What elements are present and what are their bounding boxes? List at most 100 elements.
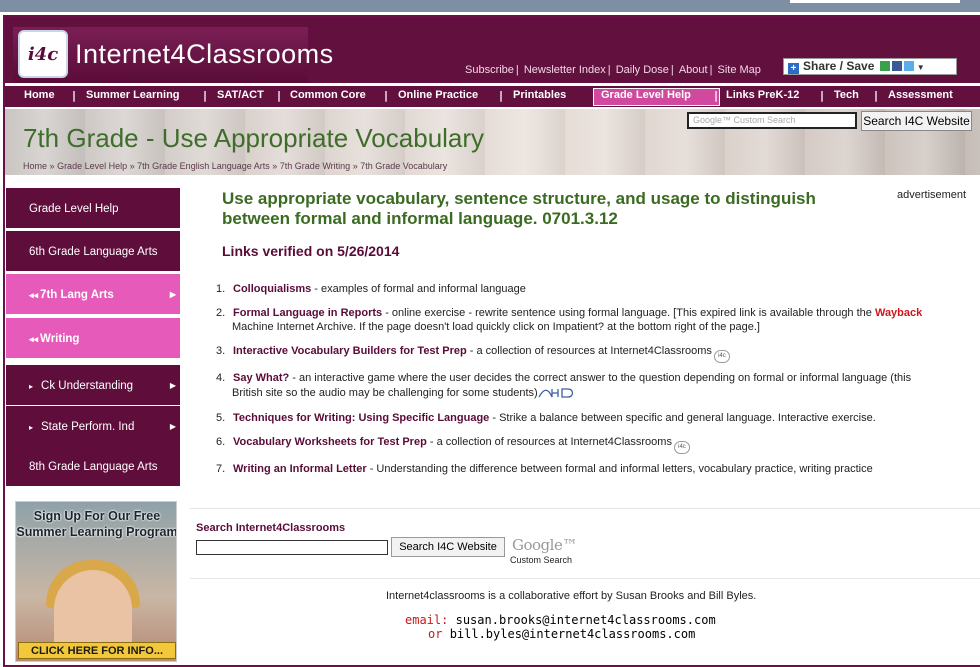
- top-strip-slot: [790, 0, 960, 3]
- list-item: 6. Vocabulary Worksheets for Test Prep - …: [216, 436, 690, 454]
- list-item: 7. Writing an Informal Letter - Understan…: [216, 463, 873, 475]
- advertisement-label: advertisement: [897, 189, 967, 201]
- top-link-subscribe[interactable]: Subscribe: [465, 64, 514, 76]
- link-writing-an-informal-letter[interactable]: Writing an Informal Letter: [233, 463, 367, 475]
- sidebar-item-8th-grade-language-arts[interactable]: 8th Grade Language Arts: [6, 446, 180, 488]
- breadcrumb-7th-grade-writing[interactable]: 7th Grade Writing: [280, 161, 350, 171]
- list-number: 3.: [216, 345, 226, 357]
- link-description: at the bottom right of the page.]: [604, 321, 760, 333]
- link-description: - a collection of resources at Internet4…: [426, 436, 672, 448]
- standard-title: Use appropriate vocabulary, sentence str…: [222, 189, 816, 228]
- link-colloquialisms[interactable]: Colloquialisms: [233, 283, 311, 295]
- search-i4c-button[interactable]: Search I4C Website: [861, 111, 972, 131]
- link-description: - Understanding the difference between f…: [366, 463, 873, 475]
- sidebar-item-label: 8th Grade Language Arts: [29, 461, 158, 473]
- twitter-icon: [903, 61, 914, 71]
- nav-links-prek-12[interactable]: Links PreK-12: [726, 89, 799, 101]
- link-description: - a collection of resources at Internet4…: [466, 345, 712, 357]
- sidebar-item-state-perform-ind[interactable]: ▸ State Perform. Ind ▶: [6, 406, 180, 448]
- link-description: British site so the audio may be challen…: [232, 387, 538, 399]
- link-techniques-for-writing[interactable]: Techniques for Writing: Using Specific L…: [233, 412, 489, 424]
- hd-icon: [538, 388, 573, 398]
- top-link-newsletter-index[interactable]: Newsletter Index: [524, 64, 606, 76]
- divider: [190, 578, 980, 579]
- share-save-button[interactable]: + Share / Save ▼: [783, 58, 957, 75]
- breadcrumb-7th-grade-vocabulary[interactable]: 7th Grade Vocabulary: [360, 161, 447, 171]
- nav-separator: |: [277, 89, 282, 102]
- nav-separator: |: [874, 89, 879, 102]
- breadcrumb-separator: »: [129, 161, 135, 171]
- summer-program-promo[interactable]: Sign Up For Our Free Summer Learning Pro…: [15, 501, 177, 662]
- bullet-icon: ▸: [29, 382, 34, 391]
- nav-grade-level-help[interactable]: Grade Level Help: [601, 89, 691, 101]
- sidebar-item-7th-lang-arts[interactable]: ◂◂ 7th Lang Arts ▶: [6, 274, 180, 316]
- links-verified-date: Links verified on 5/26/2014: [222, 243, 400, 259]
- promo-cta-button[interactable]: CLICK HERE FOR INFO...: [18, 642, 176, 659]
- top-link-daily-dose[interactable]: Daily Dose: [616, 64, 669, 76]
- nav-home[interactable]: Home: [24, 89, 55, 101]
- link-wayback[interactable]: Wayback: [875, 307, 922, 319]
- list-item: 2. Formal Language in Reports - online ex…: [216, 307, 922, 319]
- list-number: 6.: [216, 436, 226, 448]
- email-bill-link[interactable]: bill.byles@internet4classrooms.com: [450, 627, 696, 641]
- link-vocabulary-worksheets[interactable]: Vocabulary Worksheets for Test Prep: [233, 436, 427, 448]
- link-interactive-vocabulary-builders[interactable]: Interactive Vocabulary Builders for Test…: [233, 345, 467, 357]
- i4c-badge-icon: i4c: [713, 350, 730, 363]
- list-item-continued: Machine Internet Archive. If the page do…: [232, 321, 760, 333]
- google-logo: Google™: [512, 536, 577, 554]
- footer-email-line: email: susan.brooks@internet4classrooms.…: [405, 613, 716, 627]
- email-label: email:: [405, 613, 449, 627]
- sidebar-item-writing[interactable]: ◂◂ Writing: [6, 318, 180, 360]
- sidebar-item-6th-grade-language-arts[interactable]: 6th Grade Language Arts: [6, 231, 180, 273]
- custom-search-input[interactable]: Google™ Custom Search: [687, 112, 857, 129]
- nav-assessment[interactable]: Assessment: [888, 89, 953, 101]
- chevron-right-icon: ▶: [169, 422, 176, 431]
- breadcrumb-grade-level-help[interactable]: Grade Level Help: [57, 161, 127, 171]
- email-susan-link[interactable]: susan.brooks@internet4classrooms.com: [456, 613, 716, 627]
- sidebar-item-label: Writing: [40, 333, 80, 345]
- sidebar-item-label: 6th Grade Language Arts: [29, 246, 158, 258]
- sidebar-item-label: 7th Lang Arts: [40, 289, 114, 301]
- nav-tech[interactable]: Tech: [834, 89, 859, 101]
- nav-separator: |: [820, 89, 825, 102]
- footer-or-line: or bill.byles@internet4classrooms.com: [428, 627, 695, 641]
- plus-icon: +: [788, 63, 799, 74]
- arrows-icon: ◂◂: [29, 334, 39, 344]
- link-formal-language-in-reports[interactable]: Formal Language in Reports: [233, 307, 382, 319]
- link-description: - an interactive game where the user dec…: [289, 372, 912, 384]
- link-say-what[interactable]: Say What?: [233, 372, 289, 384]
- breadcrumb-7th-grade-ela[interactable]: 7th Grade English Language Arts: [137, 161, 270, 171]
- divider: [190, 508, 980, 509]
- link-description: - examples of formal and informal langua…: [311, 283, 526, 295]
- list-item: 4. Say What? - an interactive game where …: [216, 372, 911, 384]
- sidebar-item-grade-level-help[interactable]: Grade Level Help: [6, 188, 180, 230]
- chevron-right-icon: ▶: [169, 290, 176, 299]
- nav-common-core[interactable]: Common Core: [290, 89, 366, 101]
- nav-printables[interactable]: Printables: [513, 89, 566, 101]
- sidebar-item-ck-understanding[interactable]: ▸ Ck Understanding ▶: [6, 365, 180, 407]
- site-logo[interactable]: i4c Internet4Classrooms: [13, 27, 333, 83]
- sidebar-item-label: State Perform. Ind: [41, 421, 135, 433]
- nav-online-practice[interactable]: Online Practice: [398, 89, 478, 101]
- sidebar-item-label: Ck Understanding: [41, 380, 134, 392]
- link-description: Internet Archive. If the page doesn't lo…: [273, 321, 553, 333]
- promo-text: Sign Up For Our Free Summer Learning Pro…: [16, 509, 177, 539]
- nav-separator: |: [384, 89, 389, 102]
- nav-summer-learning[interactable]: Summer Learning: [86, 89, 180, 101]
- top-links: Subscribe | Newsletter Index | Daily Dose |…: [465, 64, 761, 76]
- bottom-search-input[interactable]: [196, 540, 388, 555]
- nav-sat-act[interactable]: SAT/ACT: [217, 89, 264, 101]
- link-impatient[interactable]: Impatient?: [553, 321, 604, 333]
- breadcrumb-home[interactable]: Home: [23, 161, 47, 171]
- or-label: or: [428, 627, 443, 641]
- link-description: - Strike a balance between specific and …: [489, 412, 876, 424]
- footer-credit: Internet4classrooms is a collaborative e…: [386, 590, 757, 602]
- top-link-site-map[interactable]: Site Map: [717, 64, 760, 76]
- facebook-icon: [891, 61, 902, 71]
- link-wayback-machine[interactable]: Machine: [232, 321, 274, 333]
- bottom-search-button[interactable]: Search I4C Website: [391, 537, 505, 557]
- main-nav: Home | Summer Learning | SAT/ACT | Commo…: [5, 85, 980, 108]
- link-description: - online exercise - rewrite sentence usi…: [382, 307, 875, 319]
- page-title: 7th Grade - Use Appropriate Vocabulary: [23, 123, 485, 153]
- top-link-about[interactable]: About: [679, 64, 708, 76]
